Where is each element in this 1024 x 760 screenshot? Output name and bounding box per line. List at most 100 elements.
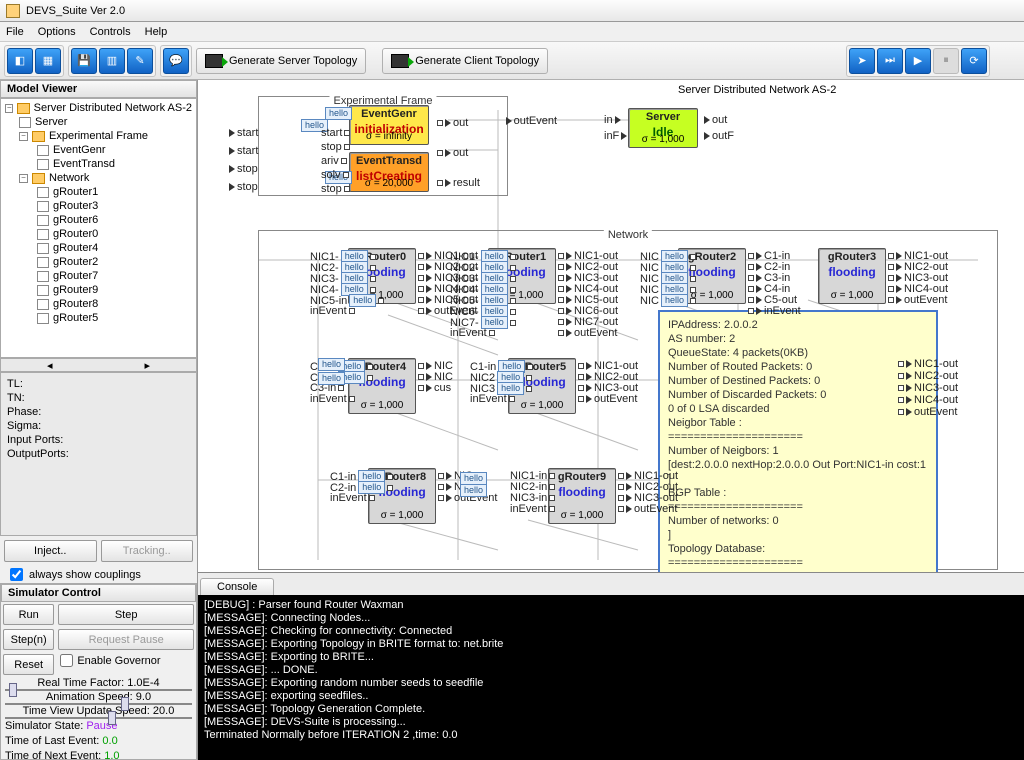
menu-options[interactable]: Options bbox=[38, 26, 76, 38]
port-label: out bbox=[704, 114, 727, 126]
gen-client-label: Generate Client Topology bbox=[415, 55, 539, 67]
server-title: Server bbox=[629, 111, 697, 123]
diagram-canvas[interactable]: Server Distributed Network AS-2 Experime… bbox=[198, 80, 1024, 572]
tip-line: 0 of 0 LSA discarded bbox=[668, 402, 928, 416]
tree-toggle-icon[interactable]: − bbox=[19, 132, 28, 141]
menu-controls[interactable]: Controls bbox=[90, 26, 131, 38]
menu-file[interactable]: File bbox=[6, 26, 24, 38]
play-next-icon[interactable]: ➤ bbox=[849, 48, 875, 74]
console-line: [MESSAGE]: ... DONE. bbox=[204, 664, 1018, 677]
tree-router[interactable]: gRouter3 bbox=[53, 200, 98, 212]
console-tab[interactable]: Console bbox=[200, 578, 274, 595]
port-label: inEvent bbox=[310, 305, 355, 317]
tree-router[interactable]: gRouter7 bbox=[53, 270, 98, 282]
enable-governor-checkbox[interactable] bbox=[60, 654, 73, 667]
leaf-icon bbox=[37, 159, 49, 170]
server-box[interactable]: Server Idle σ = 1,000 bbox=[628, 108, 698, 148]
tree-eventtransd[interactable]: EventTransd bbox=[53, 158, 115, 170]
leaf-icon bbox=[37, 201, 49, 212]
leaf-icon bbox=[37, 229, 49, 240]
refresh-icon[interactable]: ⟳ bbox=[961, 48, 987, 74]
step-button[interactable]: Step bbox=[58, 604, 194, 625]
port-label: outEvent bbox=[898, 406, 957, 418]
tree-router[interactable]: gRouter4 bbox=[53, 242, 98, 254]
tree-router[interactable]: gRouter8 bbox=[53, 298, 98, 310]
toolbar-btn5-icon[interactable]: ✎ bbox=[127, 48, 153, 74]
leaf-icon bbox=[37, 215, 49, 226]
port-label: outEvent bbox=[578, 393, 637, 405]
port-label: start bbox=[229, 145, 258, 157]
console-line: Terminated Normally before ITERATION 2 ,… bbox=[204, 729, 1018, 742]
tree-eventgenr[interactable]: EventGenr bbox=[53, 144, 106, 156]
generate-server-topology-button[interactable]: Generate Server Topology bbox=[196, 48, 366, 74]
tree-router[interactable]: gRouter5 bbox=[53, 312, 98, 324]
router-phase: flooding bbox=[549, 485, 615, 499]
tree-router[interactable]: gRouter6 bbox=[53, 214, 98, 226]
generate-client-topology-button[interactable]: Generate Client Topology bbox=[382, 48, 548, 74]
inject-button[interactable]: Inject.. bbox=[4, 540, 97, 562]
play-icon[interactable]: ▶ bbox=[905, 48, 931, 74]
tree-router[interactable]: gRouter2 bbox=[53, 256, 98, 268]
tree-network[interactable]: Network bbox=[49, 172, 89, 184]
tree-router[interactable]: gRouter1 bbox=[53, 186, 98, 198]
toolbar-btn4-icon[interactable]: ▥ bbox=[99, 48, 125, 74]
menu-help[interactable]: Help bbox=[145, 26, 168, 38]
console-line: [MESSAGE]: Connecting Nodes... bbox=[204, 612, 1018, 625]
port-label: NIChello bbox=[640, 294, 696, 307]
request-pause-button[interactable]: Request Pause bbox=[58, 629, 194, 650]
tree-server[interactable]: Server bbox=[35, 116, 67, 128]
tree-root[interactable]: Server Distributed Network AS-2 bbox=[34, 102, 192, 114]
reset-button[interactable]: Reset bbox=[3, 654, 54, 675]
console-line: [MESSAGE]: exporting seedfiles.. bbox=[204, 690, 1018, 703]
console-line: [MESSAGE]: Checking for connectivity: Co… bbox=[204, 625, 1018, 638]
eventgenr-box[interactable]: EventGenr initialization σ = infinity bbox=[349, 105, 429, 145]
tip-line: QueueState: 4 packets(0KB) bbox=[668, 346, 928, 360]
port-label: NIC3-out bbox=[898, 382, 958, 394]
pause-icon[interactable]: ⏸ bbox=[933, 48, 959, 74]
tip-line: Number of LSA's: 0 bbox=[668, 570, 928, 572]
leaf-icon bbox=[37, 243, 49, 254]
router-sigma: σ = 1,000 bbox=[369, 510, 435, 521]
tree-router[interactable]: gRouter9 bbox=[53, 284, 98, 296]
stepn-button[interactable]: Step(n) bbox=[3, 629, 54, 650]
toolbar-new-icon[interactable]: ◧ bbox=[7, 48, 33, 74]
always-show-couplings-checkbox[interactable] bbox=[10, 568, 23, 581]
router-title: gRouter9 bbox=[549, 471, 615, 483]
tip-line: AS number: 2 bbox=[668, 332, 928, 346]
leaf-icon bbox=[37, 271, 49, 282]
router-title: gRouter3 bbox=[819, 251, 885, 263]
toolbar-chat-icon[interactable]: 💬 bbox=[163, 48, 189, 74]
port-label: inF bbox=[604, 130, 627, 142]
port-label: inEvent bbox=[470, 393, 515, 405]
console-output[interactable]: [DEBUG] : Parser found Router Waxman[MES… bbox=[198, 595, 1024, 760]
toolbar-open-icon[interactable]: ▦ bbox=[35, 48, 61, 74]
app-icon bbox=[6, 4, 20, 18]
toolbar-save-icon[interactable]: 💾 bbox=[71, 48, 97, 74]
scroll-left-icon[interactable]: ◂ bbox=[1, 359, 99, 371]
console-line: [MESSAGE]: Exporting Topology in BRITE f… bbox=[204, 638, 1018, 651]
run-button[interactable]: Run bbox=[3, 604, 54, 625]
hello-tag: hello bbox=[318, 358, 345, 371]
anim-slider[interactable] bbox=[1, 703, 196, 705]
tree-exp-frame[interactable]: Experimental Frame bbox=[49, 130, 148, 142]
rtf-slider[interactable] bbox=[1, 689, 196, 691]
tree-router[interactable]: gRouter0 bbox=[53, 228, 98, 240]
window-title: DEVS_Suite Ver 2.0 bbox=[26, 5, 125, 17]
tree-toggle-icon[interactable]: − bbox=[19, 174, 28, 183]
eventtransd-box[interactable]: EventTransd listCreating σ = 20,000 bbox=[349, 152, 429, 192]
tvu-slider[interactable] bbox=[1, 717, 196, 719]
model-tree[interactable]: −Server Distributed Network AS-2 Server … bbox=[0, 98, 197, 358]
tree-toggle-icon[interactable]: − bbox=[5, 104, 13, 113]
hello-tag: hello bbox=[325, 107, 352, 120]
scroll-right-icon[interactable]: ▸ bbox=[99, 359, 197, 371]
hello-tag: hello bbox=[318, 372, 345, 385]
simctl-header: Simulator Control bbox=[1, 584, 196, 602]
router-box[interactable]: gRouter3floodingσ = 1,000 bbox=[818, 248, 886, 304]
router-box[interactable]: gRouter9floodingσ = 1,000 bbox=[548, 468, 616, 524]
port-label: NIC1-out bbox=[898, 358, 958, 370]
tracking-button[interactable]: Tracking.. bbox=[101, 540, 194, 562]
step-fwd-icon[interactable]: ⏭ bbox=[877, 48, 903, 74]
status-phase: Phase: bbox=[7, 405, 190, 419]
status-input: Input Ports: bbox=[7, 433, 190, 447]
server-topo-icon bbox=[205, 54, 223, 68]
